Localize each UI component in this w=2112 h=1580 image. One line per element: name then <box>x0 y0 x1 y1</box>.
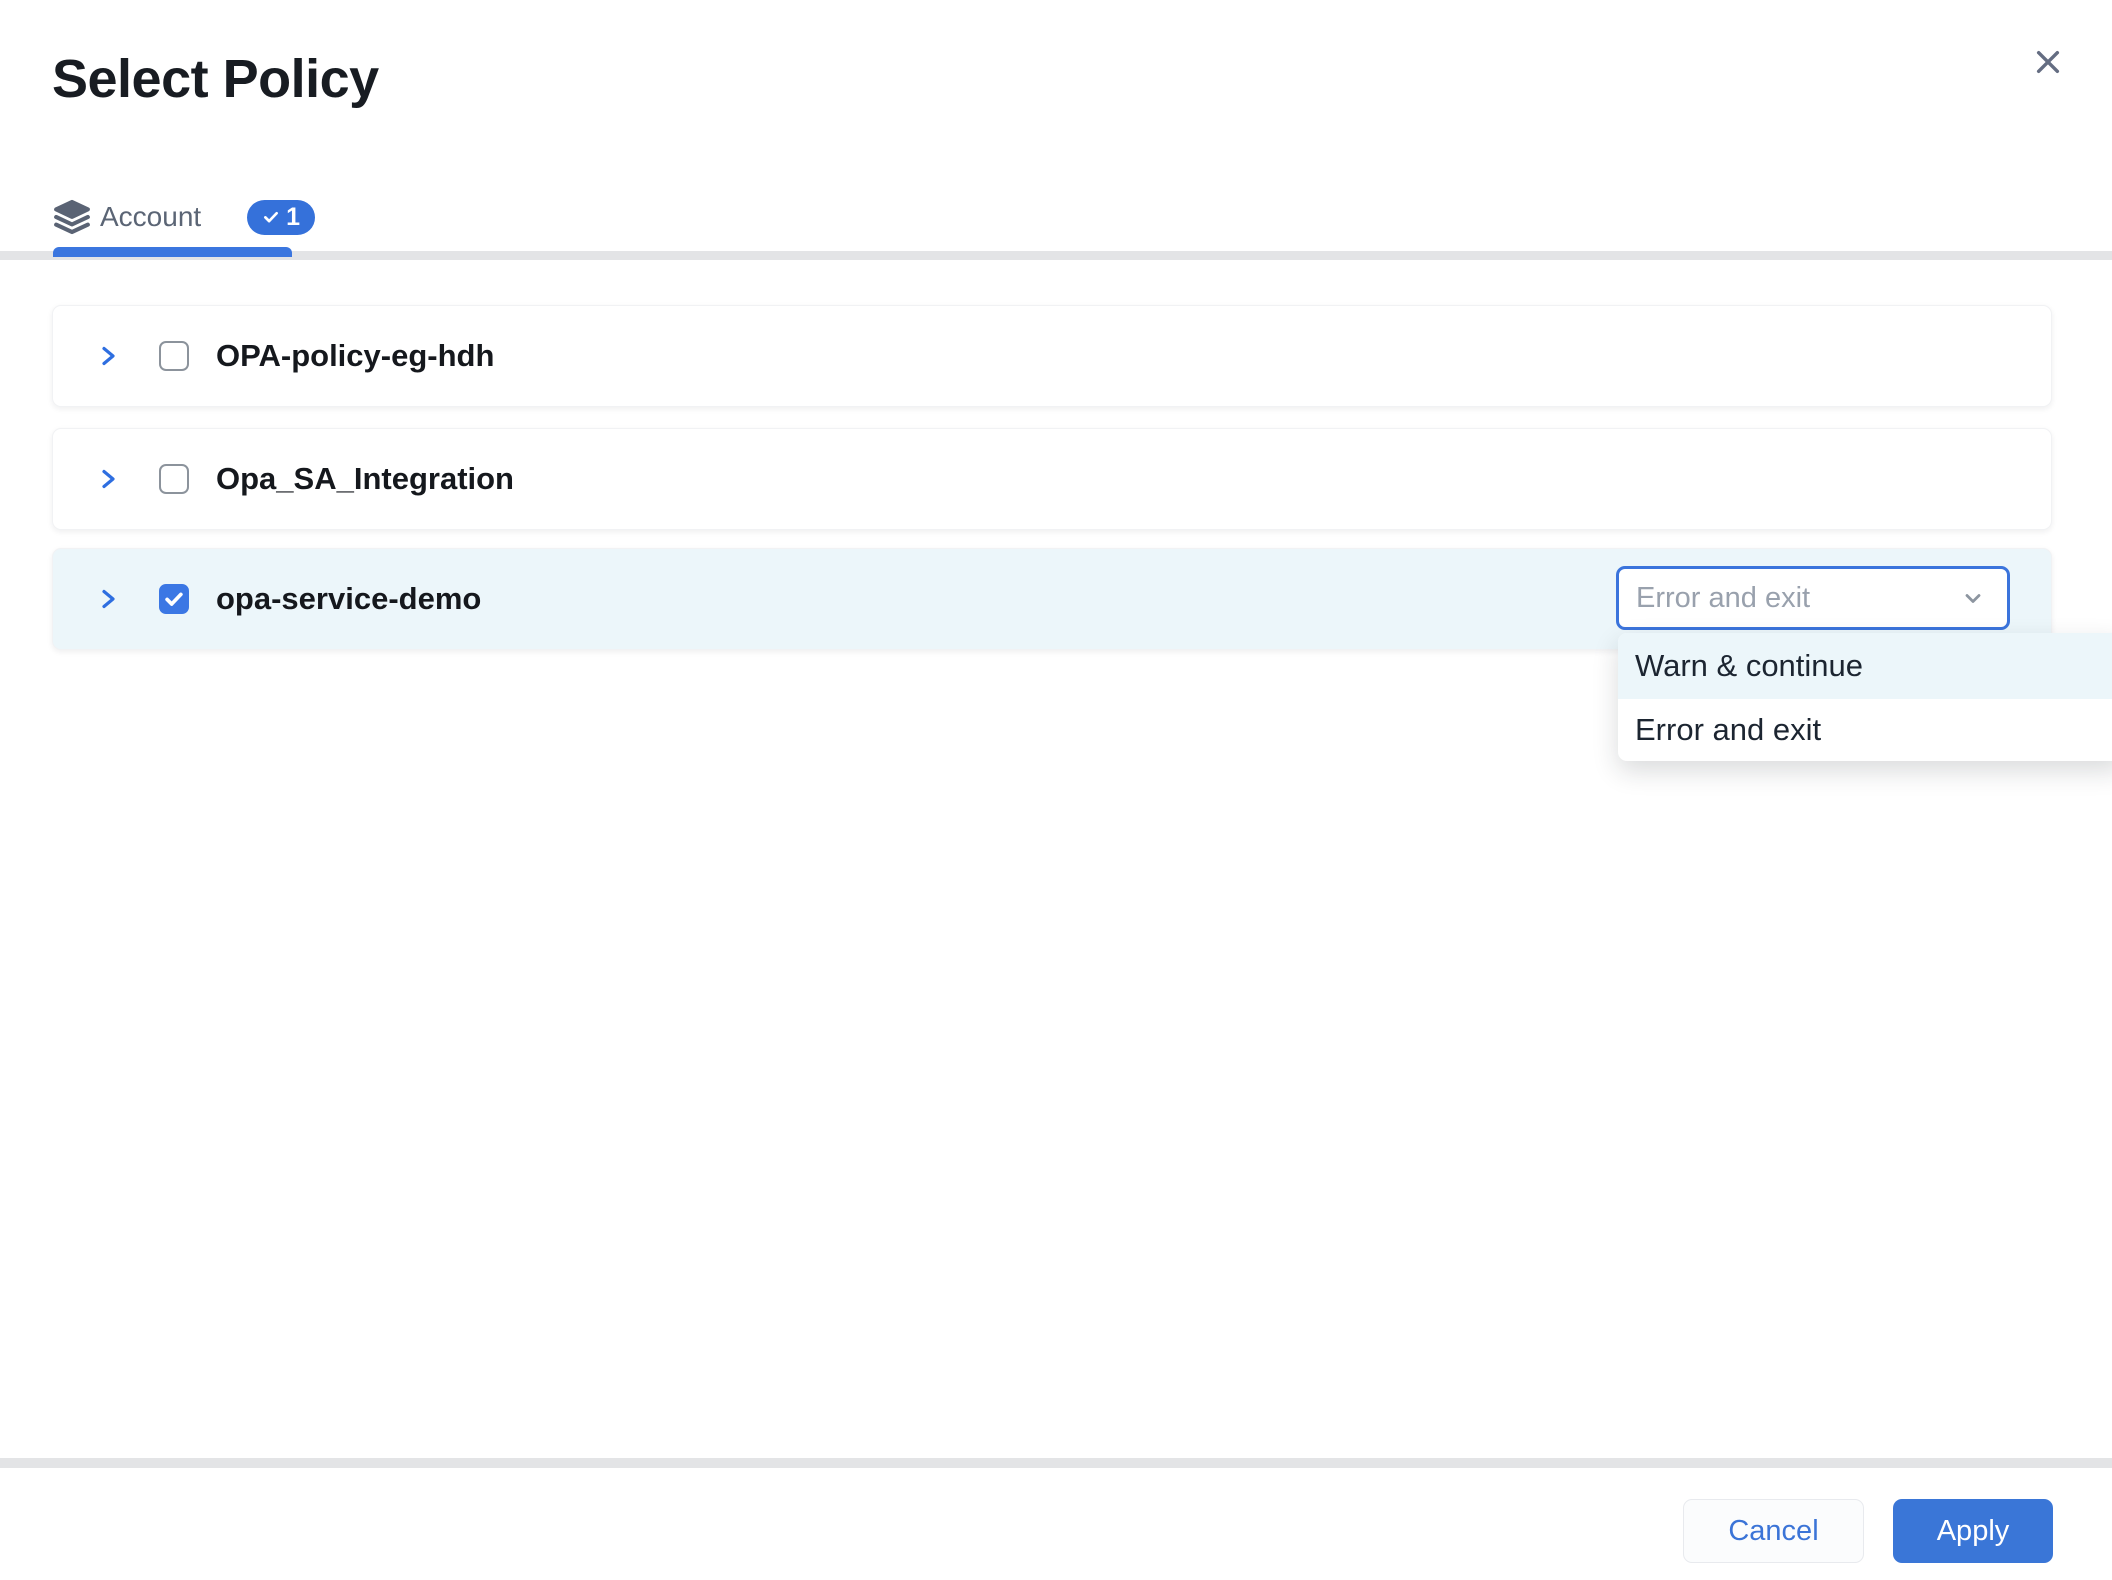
chevron-right-icon[interactable] <box>96 464 122 494</box>
active-tab-indicator <box>53 247 292 257</box>
chevron-down-icon <box>1961 586 1985 610</box>
policy-row-opa-policy-eg-hdh[interactable]: OPA-policy-eg-hdh <box>52 305 2052 407</box>
close-icon <box>2032 46 2064 78</box>
layers-icon <box>53 198 91 236</box>
policy-name: Opa_SA_Integration <box>216 461 514 497</box>
policy-checkbox[interactable] <box>159 584 189 614</box>
cancel-button-label: Cancel <box>1728 1515 1818 1548</box>
policy-name: opa-service-demo <box>216 581 481 617</box>
page-title: Select Policy <box>52 48 379 110</box>
cancel-button[interactable]: Cancel <box>1683 1499 1864 1563</box>
apply-button[interactable]: Apply <box>1893 1499 2053 1563</box>
failure-strategy-select[interactable]: Error and exit <box>1616 566 2010 630</box>
policy-checkbox[interactable] <box>159 464 189 494</box>
footer-divider <box>0 1458 2112 1468</box>
tab-account-label: Account <box>100 201 201 233</box>
policy-checkbox[interactable] <box>159 341 189 371</box>
policy-name: OPA-policy-eg-hdh <box>216 338 494 374</box>
chevron-right-icon[interactable] <box>96 584 122 614</box>
check-icon <box>262 208 280 226</box>
tabs-divider <box>0 251 2112 260</box>
menu-option-label: Error and exit <box>1635 712 1821 748</box>
menu-option-warn-continue[interactable]: Warn & continue <box>1618 633 2112 699</box>
menu-option-label: Warn & continue <box>1635 648 1863 684</box>
menu-option-error-exit[interactable]: Error and exit <box>1618 699 2112 761</box>
chevron-right-icon[interactable] <box>96 341 122 371</box>
tab-account[interactable]: Account 1 <box>53 186 315 248</box>
failure-strategy-value: Error and exit <box>1636 582 1961 615</box>
tab-badge-count: 1 <box>286 203 300 232</box>
select-policy-modal: Select Policy Account 1 <box>0 0 2112 1580</box>
apply-button-label: Apply <box>1937 1515 2010 1548</box>
policy-row-opa-sa-integration[interactable]: Opa_SA_Integration <box>52 428 2052 530</box>
failure-strategy-menu: Warn & continue Error and exit <box>1618 633 2112 761</box>
close-button[interactable] <box>2024 38 2072 86</box>
tab-account-badge: 1 <box>247 200 315 235</box>
